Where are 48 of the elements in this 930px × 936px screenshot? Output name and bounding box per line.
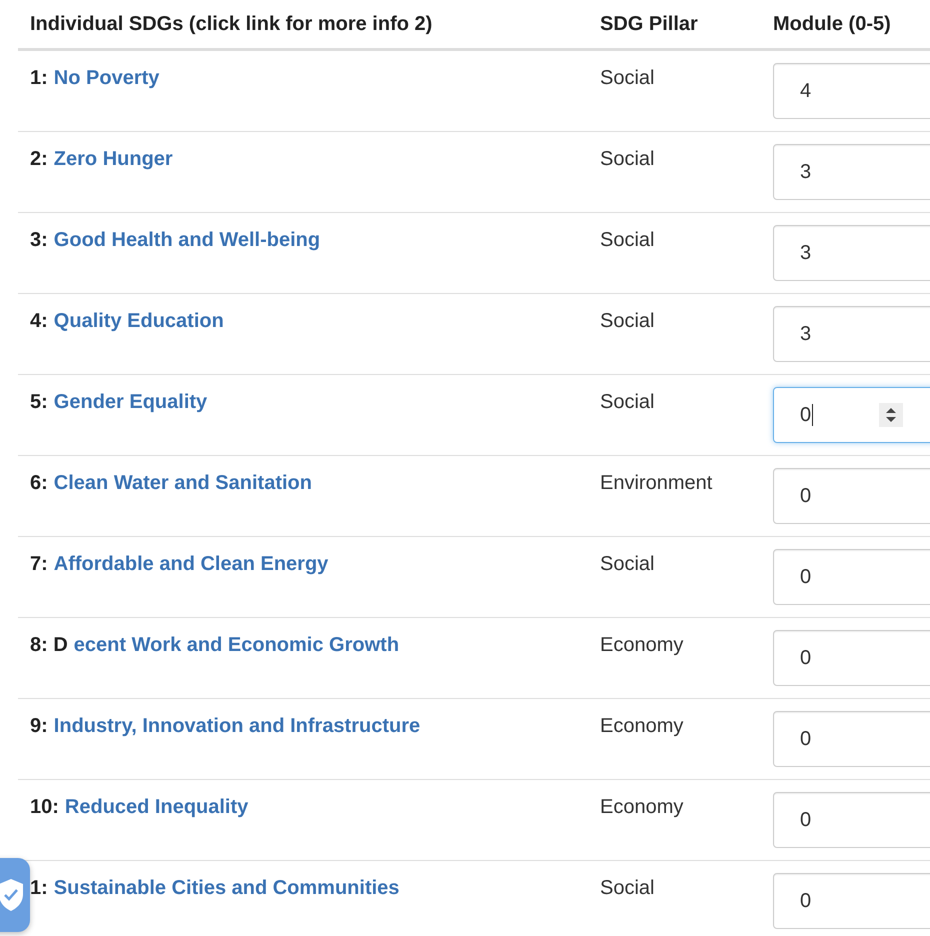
goal-link[interactable]: Gender Equality [54, 391, 208, 413]
pillar-text: Social [600, 877, 654, 899]
goal-link[interactable]: Good Health and Well-being [54, 229, 320, 251]
score-input[interactable]: 0 [773, 711, 930, 767]
pillar-text: Social [600, 67, 654, 89]
goal-number: 3: [30, 229, 48, 251]
score-input[interactable]: 0 [773, 873, 930, 929]
goal-number: 2: [30, 148, 48, 170]
goal-number: 8: D [30, 634, 68, 656]
goal-link[interactable]: ecent Work and Economic Growth [74, 634, 400, 656]
column-header: SDG Pillar [588, 0, 761, 51]
goal-number: 9: [30, 715, 48, 737]
spinner-icon[interactable] [879, 403, 904, 427]
score-input[interactable]: 0 [773, 630, 930, 686]
score-input[interactable]: 3 [773, 225, 930, 281]
pillar-text: Social [600, 310, 654, 332]
goal-number: 6: [30, 472, 48, 494]
goal-link[interactable]: Industry, Innovation and Infrastructure [54, 715, 420, 737]
pillar-text: Social [600, 553, 654, 575]
goal-number: 7: [30, 553, 48, 575]
column-header: Individual SDGs (click link for more info 2) [18, 0, 588, 51]
pillar-text: Social [600, 148, 654, 170]
score-input[interactable]: 0 [773, 792, 930, 848]
pillar-text: Environment [600, 472, 712, 494]
goal-number: 4: [30, 310, 48, 332]
score-input[interactable]: 0 [773, 549, 930, 605]
score-input[interactable]: 0 [773, 387, 930, 443]
score-input[interactable]: 0 [773, 468, 930, 524]
column-header: Module (0-5) [761, 0, 930, 51]
pillar-text: Social [600, 391, 654, 413]
goal-link[interactable]: Clean Water and Sanitation [54, 472, 312, 494]
pillar-text: Economy [600, 796, 684, 818]
pillar-text: Economy [600, 715, 684, 737]
goal-number: 1: [30, 877, 48, 899]
score-input[interactable]: 3 [773, 144, 930, 200]
goal-number: 10: [30, 796, 59, 818]
pillar-text: Social [600, 229, 654, 251]
goal-link[interactable]: Zero Hunger [54, 148, 173, 170]
score-input[interactable]: 3 [773, 306, 930, 362]
goal-number: 1: [30, 67, 48, 89]
goal-link[interactable]: Sustainable Cities and Communities [54, 877, 400, 899]
goal-link[interactable]: Reduced Inequality [64, 796, 248, 818]
goal-link[interactable]: Affordable and Clean Energy [54, 553, 328, 575]
goal-link[interactable]: Quality Education [54, 310, 224, 332]
goal-number: 5: [30, 391, 48, 413]
score-input[interactable]: 4 [773, 63, 930, 119]
goal-link[interactable]: No Poverty [54, 67, 160, 89]
pillar-text: Economy [600, 634, 684, 656]
